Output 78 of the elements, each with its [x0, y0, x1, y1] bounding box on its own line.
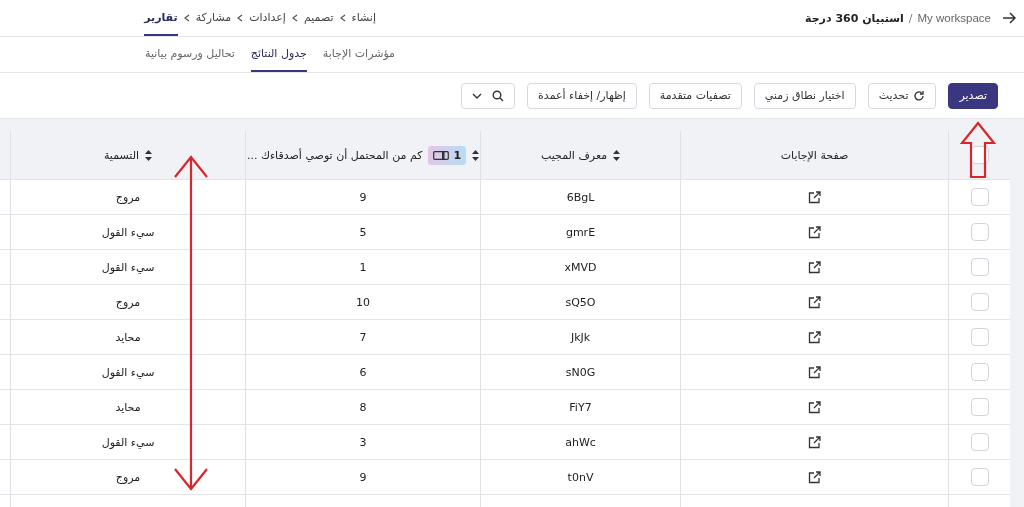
tab[interactable]: مؤشرات الإجابة: [322, 37, 395, 72]
survey-title: استبيان 360 درجة: [805, 11, 904, 25]
table-cell: ahWc: [565, 435, 596, 449]
external-link-icon[interactable]: [808, 400, 821, 414]
column-header: التسمية: [103, 148, 140, 162]
search-icon: [492, 89, 505, 102]
table-cell: 6: [359, 365, 367, 379]
toolbar-button[interactable]: إظهار/ إخفاء أعمدة: [527, 82, 637, 109]
table-cell: سيء القول: [101, 435, 155, 449]
search-button[interactable]: [461, 82, 516, 109]
external-link-icon[interactable]: [808, 470, 821, 484]
table-cell: محايد: [115, 330, 141, 344]
tab[interactable]: تحاليل ورسوم بيانية: [145, 37, 235, 72]
table-cell: مروج: [115, 190, 141, 204]
checkbox[interactable]: [970, 328, 989, 346]
checkbox[interactable]: [970, 398, 989, 416]
table-cell: 3: [359, 435, 367, 449]
table-cell: مروج: [115, 470, 141, 484]
table-cell: سيء القول: [101, 260, 155, 274]
toolbar-button[interactable]: تصفيات متقدمة: [648, 82, 742, 109]
breadcrumb-step[interactable]: تصميم: [303, 0, 334, 36]
external-link-icon[interactable]: [808, 260, 821, 274]
refresh-icon: [913, 89, 926, 102]
column-header: كم من المحتمل أن توصي أصدقاءك ...: [246, 148, 423, 162]
table-cell: xMVD: [564, 260, 597, 274]
table-cell: 9: [359, 190, 367, 204]
breadcrumb-step[interactable]: إعدادات: [249, 0, 286, 36]
checkbox[interactable]: [970, 468, 989, 486]
chevron-icon: [183, 14, 190, 22]
chevron-icon: [339, 14, 346, 22]
external-link-icon[interactable]: [808, 295, 821, 309]
column-header: معرف المجيب: [540, 148, 608, 162]
external-link-icon[interactable]: [808, 190, 821, 204]
checkbox[interactable]: [970, 363, 989, 381]
table-cell: gmrE: [565, 225, 596, 239]
table-cell: سيء القول: [101, 365, 155, 379]
refresh-button[interactable]: تحديث: [867, 82, 937, 109]
external-link-icon[interactable]: [808, 365, 821, 379]
table-cell: sQ5O: [565, 295, 596, 309]
table-cell: 1: [359, 260, 367, 274]
chevron-icon: [237, 14, 244, 22]
toolbar-button[interactable]: اختيار نطاق زمني: [753, 82, 856, 109]
checkbox[interactable]: [970, 258, 989, 276]
checkbox[interactable]: [970, 188, 989, 206]
checkbox[interactable]: [970, 293, 989, 311]
table-cell: مروج: [115, 295, 141, 309]
table-cell: محايد: [115, 400, 141, 414]
table-cell: 9: [359, 470, 367, 484]
tab[interactable]: جدول النتائج: [250, 37, 307, 72]
workspace-link[interactable]: My workspace: [917, 12, 991, 24]
table-cell: 6BgL: [566, 190, 595, 204]
sort-icon[interactable]: [613, 149, 621, 161]
table-cell: JkJk: [570, 330, 591, 344]
breadcrumb-step[interactable]: مشاركة: [195, 0, 232, 36]
back-arrow-icon[interactable]: [1002, 12, 1016, 24]
table-cell: t0nV: [567, 470, 594, 484]
breadcrumb-separator: /: [908, 11, 913, 25]
chevron-icon: [291, 14, 298, 22]
table-cell: 5: [359, 225, 367, 239]
export-button[interactable]: تصدير: [948, 82, 998, 109]
column-header: صفحة الإجابات: [780, 148, 849, 162]
checkbox[interactable]: [970, 223, 989, 241]
external-link-icon[interactable]: [808, 435, 821, 449]
caret-icon: [472, 92, 483, 99]
table-cell: FiY7: [569, 400, 592, 414]
external-link-icon[interactable]: [808, 225, 821, 239]
table-cell: 10: [356, 295, 370, 309]
question-badge: 1: [428, 145, 467, 165]
table-cell: سيء القول: [101, 225, 155, 239]
sort-icon[interactable]: [145, 149, 153, 161]
checkbox[interactable]: [970, 433, 989, 451]
breadcrumb-step[interactable]: إنشاء: [351, 0, 376, 36]
external-link-icon[interactable]: [808, 330, 821, 344]
table-cell: 7: [359, 330, 367, 344]
annotation-arrow: [960, 121, 996, 179]
table-cell: 8: [359, 400, 367, 414]
breadcrumb-step[interactable]: تقارير: [144, 0, 178, 36]
table-cell: sN0G: [565, 365, 596, 379]
